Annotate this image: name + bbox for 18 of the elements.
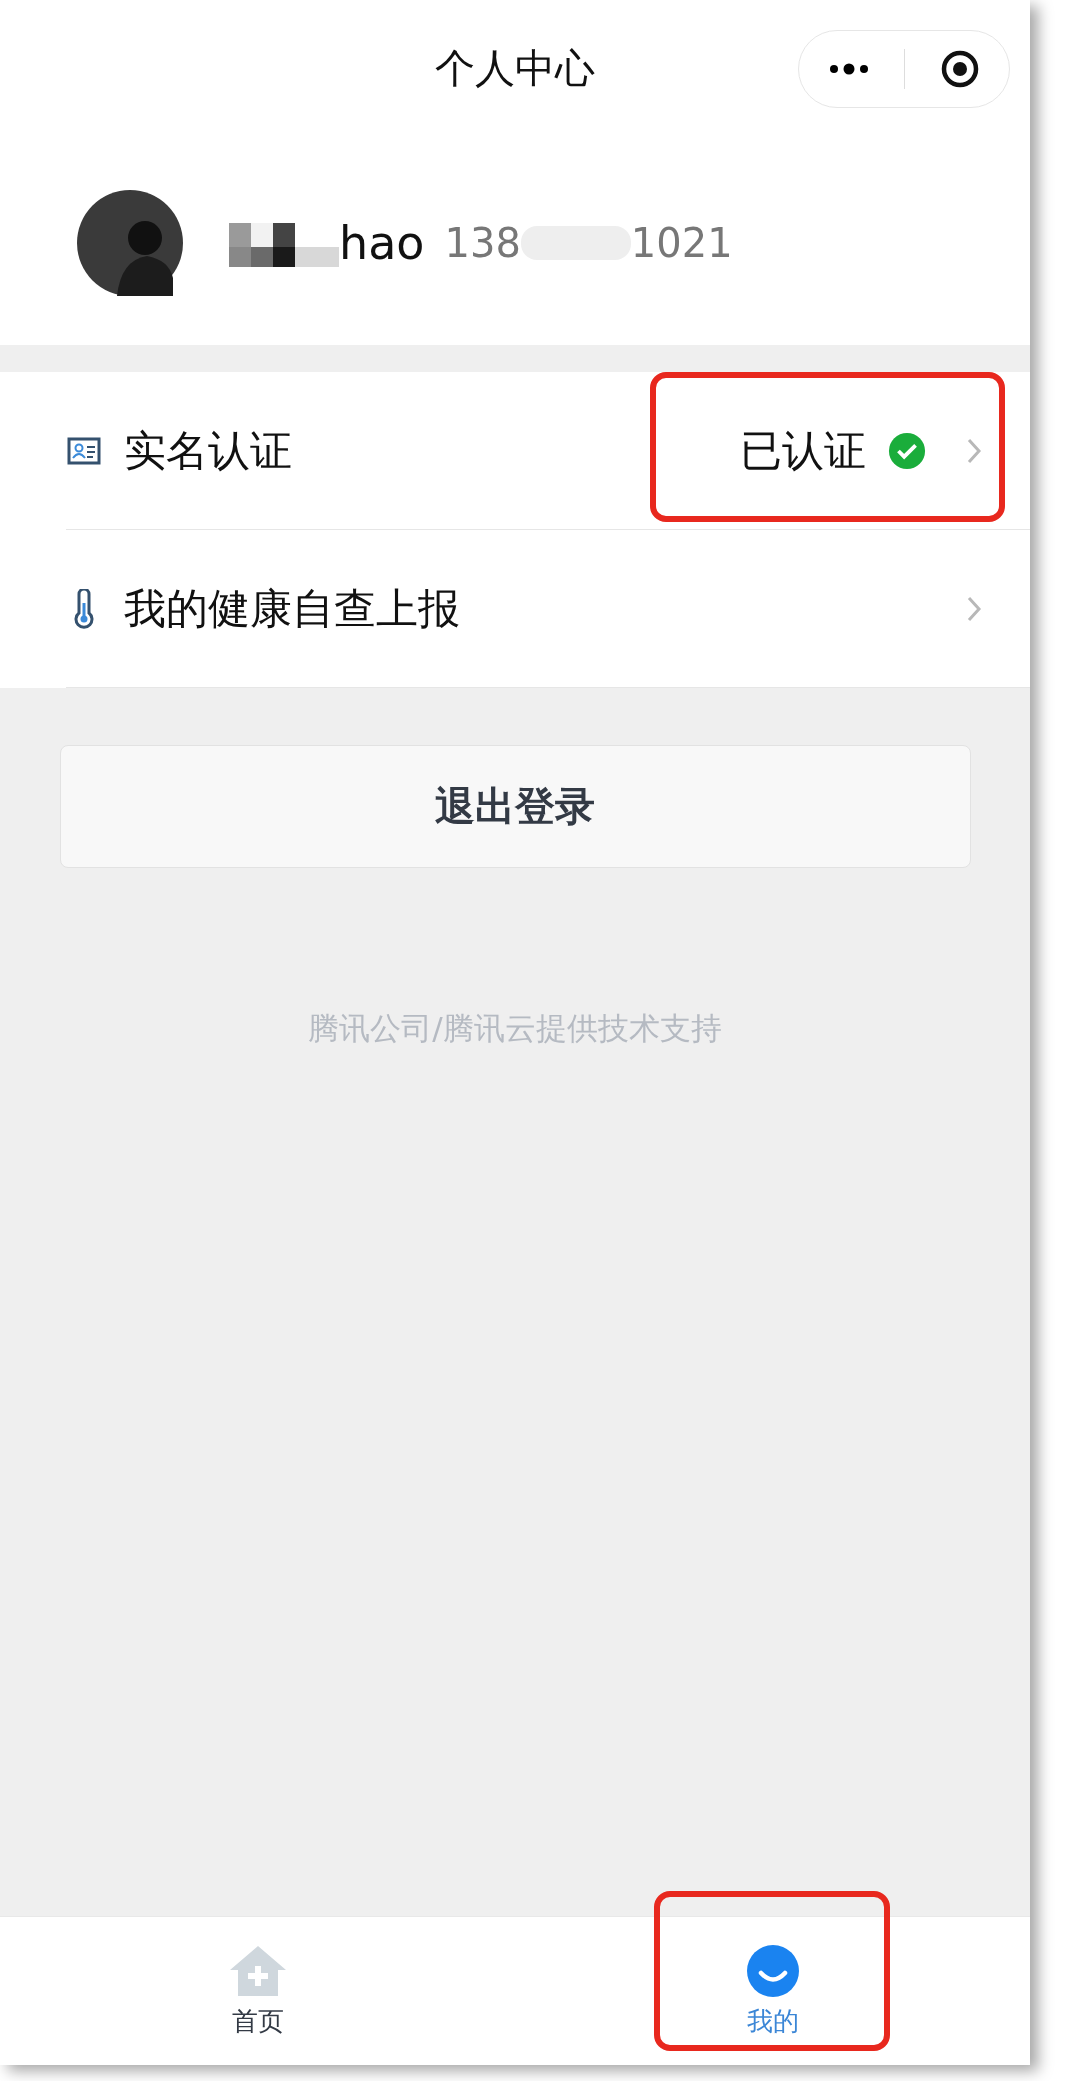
phone-number-end: 1021 (630, 219, 733, 266)
more-icon[interactable] (828, 63, 869, 75)
chevron-icon (966, 436, 982, 465)
page-title: 个人中心 (435, 43, 595, 93)
phone-number-start: 138 (444, 219, 521, 266)
smile-icon (745, 1943, 800, 1998)
status-text: 已认证 (740, 424, 866, 477)
menu-label: 我的健康自查上报 (124, 582, 460, 635)
menu-row[interactable]: 实名认证 已认证 (66, 372, 1030, 530)
id-card-icon (66, 436, 102, 465)
tab[interactable]: 我的 (515, 1917, 1030, 2065)
user-name: hao (339, 215, 425, 270)
menu-label: 实名认证 (124, 424, 292, 477)
footer-text: 腾讯公司/腾讯云提供技术支持 (308, 1009, 722, 1048)
tab[interactable]: 首页 (0, 1917, 515, 2065)
chevron-icon (966, 594, 982, 623)
close-icon[interactable] (939, 49, 980, 89)
logout-button[interactable]: 退出登录 (59, 745, 971, 868)
